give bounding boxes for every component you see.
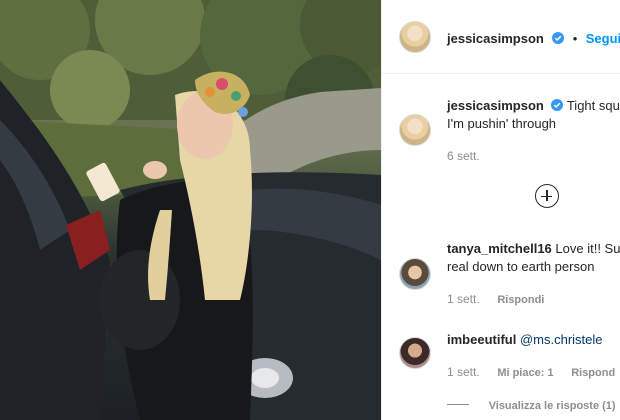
comment-age[interactable]: 1 sett.: [447, 292, 480, 306]
comment-username[interactable]: imbeeutiful: [447, 332, 516, 347]
caption-author-username[interactable]: jessicasimpson: [447, 98, 544, 113]
comment-item: tanya_mitchell16 Love it!! Su real down …: [447, 240, 620, 309]
verified-badge-icon: [551, 99, 564, 111]
comment-text-line1: Love it!! Su: [555, 241, 620, 256]
caption-text-line1: Tight squ: [566, 98, 620, 113]
verified-badge-icon: [552, 32, 565, 44]
reply-button[interactable]: Rispondi: [497, 294, 544, 306]
caption-age[interactable]: 6 sett.: [447, 149, 480, 163]
reply-button[interactable]: Rispond: [571, 367, 615, 379]
view-replies-button[interactable]: Visualizza le risposte (1): [489, 400, 616, 412]
comment-avatar[interactable]: [399, 337, 431, 369]
post-photo: [0, 0, 381, 420]
post-sidebar: jessicasimpson • Segui jessicasimpson Ti…: [381, 0, 620, 420]
load-more-comments-icon[interactable]: [535, 184, 559, 208]
author-avatar[interactable]: [399, 21, 431, 53]
caption-text-line2: I'm pushin' through: [447, 116, 557, 131]
post-header: jessicasimpson • Segui: [382, 0, 620, 74]
replies-divider: [447, 404, 469, 405]
comment-text-line2: real down to earth person: [447, 259, 595, 274]
author-username[interactable]: jessicasimpson: [447, 31, 544, 46]
post-photo-illustration: [0, 0, 381, 420]
comment-mention-link[interactable]: @ms.christele: [520, 332, 603, 347]
comment-avatar[interactable]: [399, 258, 431, 290]
caption-author-avatar[interactable]: [399, 114, 431, 146]
header-user-row: jessicasimpson • Segui: [447, 30, 620, 48]
follow-button[interactable]: Segui: [586, 31, 620, 46]
post-caption: jessicasimpson Tight squ I'm pushin' thr…: [447, 97, 620, 165]
comment-likes[interactable]: Mi piace: 1: [497, 367, 553, 379]
comment-username[interactable]: tanya_mitchell16: [447, 241, 552, 256]
header-separator: •: [572, 31, 578, 46]
comment-age[interactable]: 1 sett.: [447, 365, 480, 379]
comment-item: imbeeutiful @ms.christele 1 sett. Mi pia…: [447, 331, 620, 415]
